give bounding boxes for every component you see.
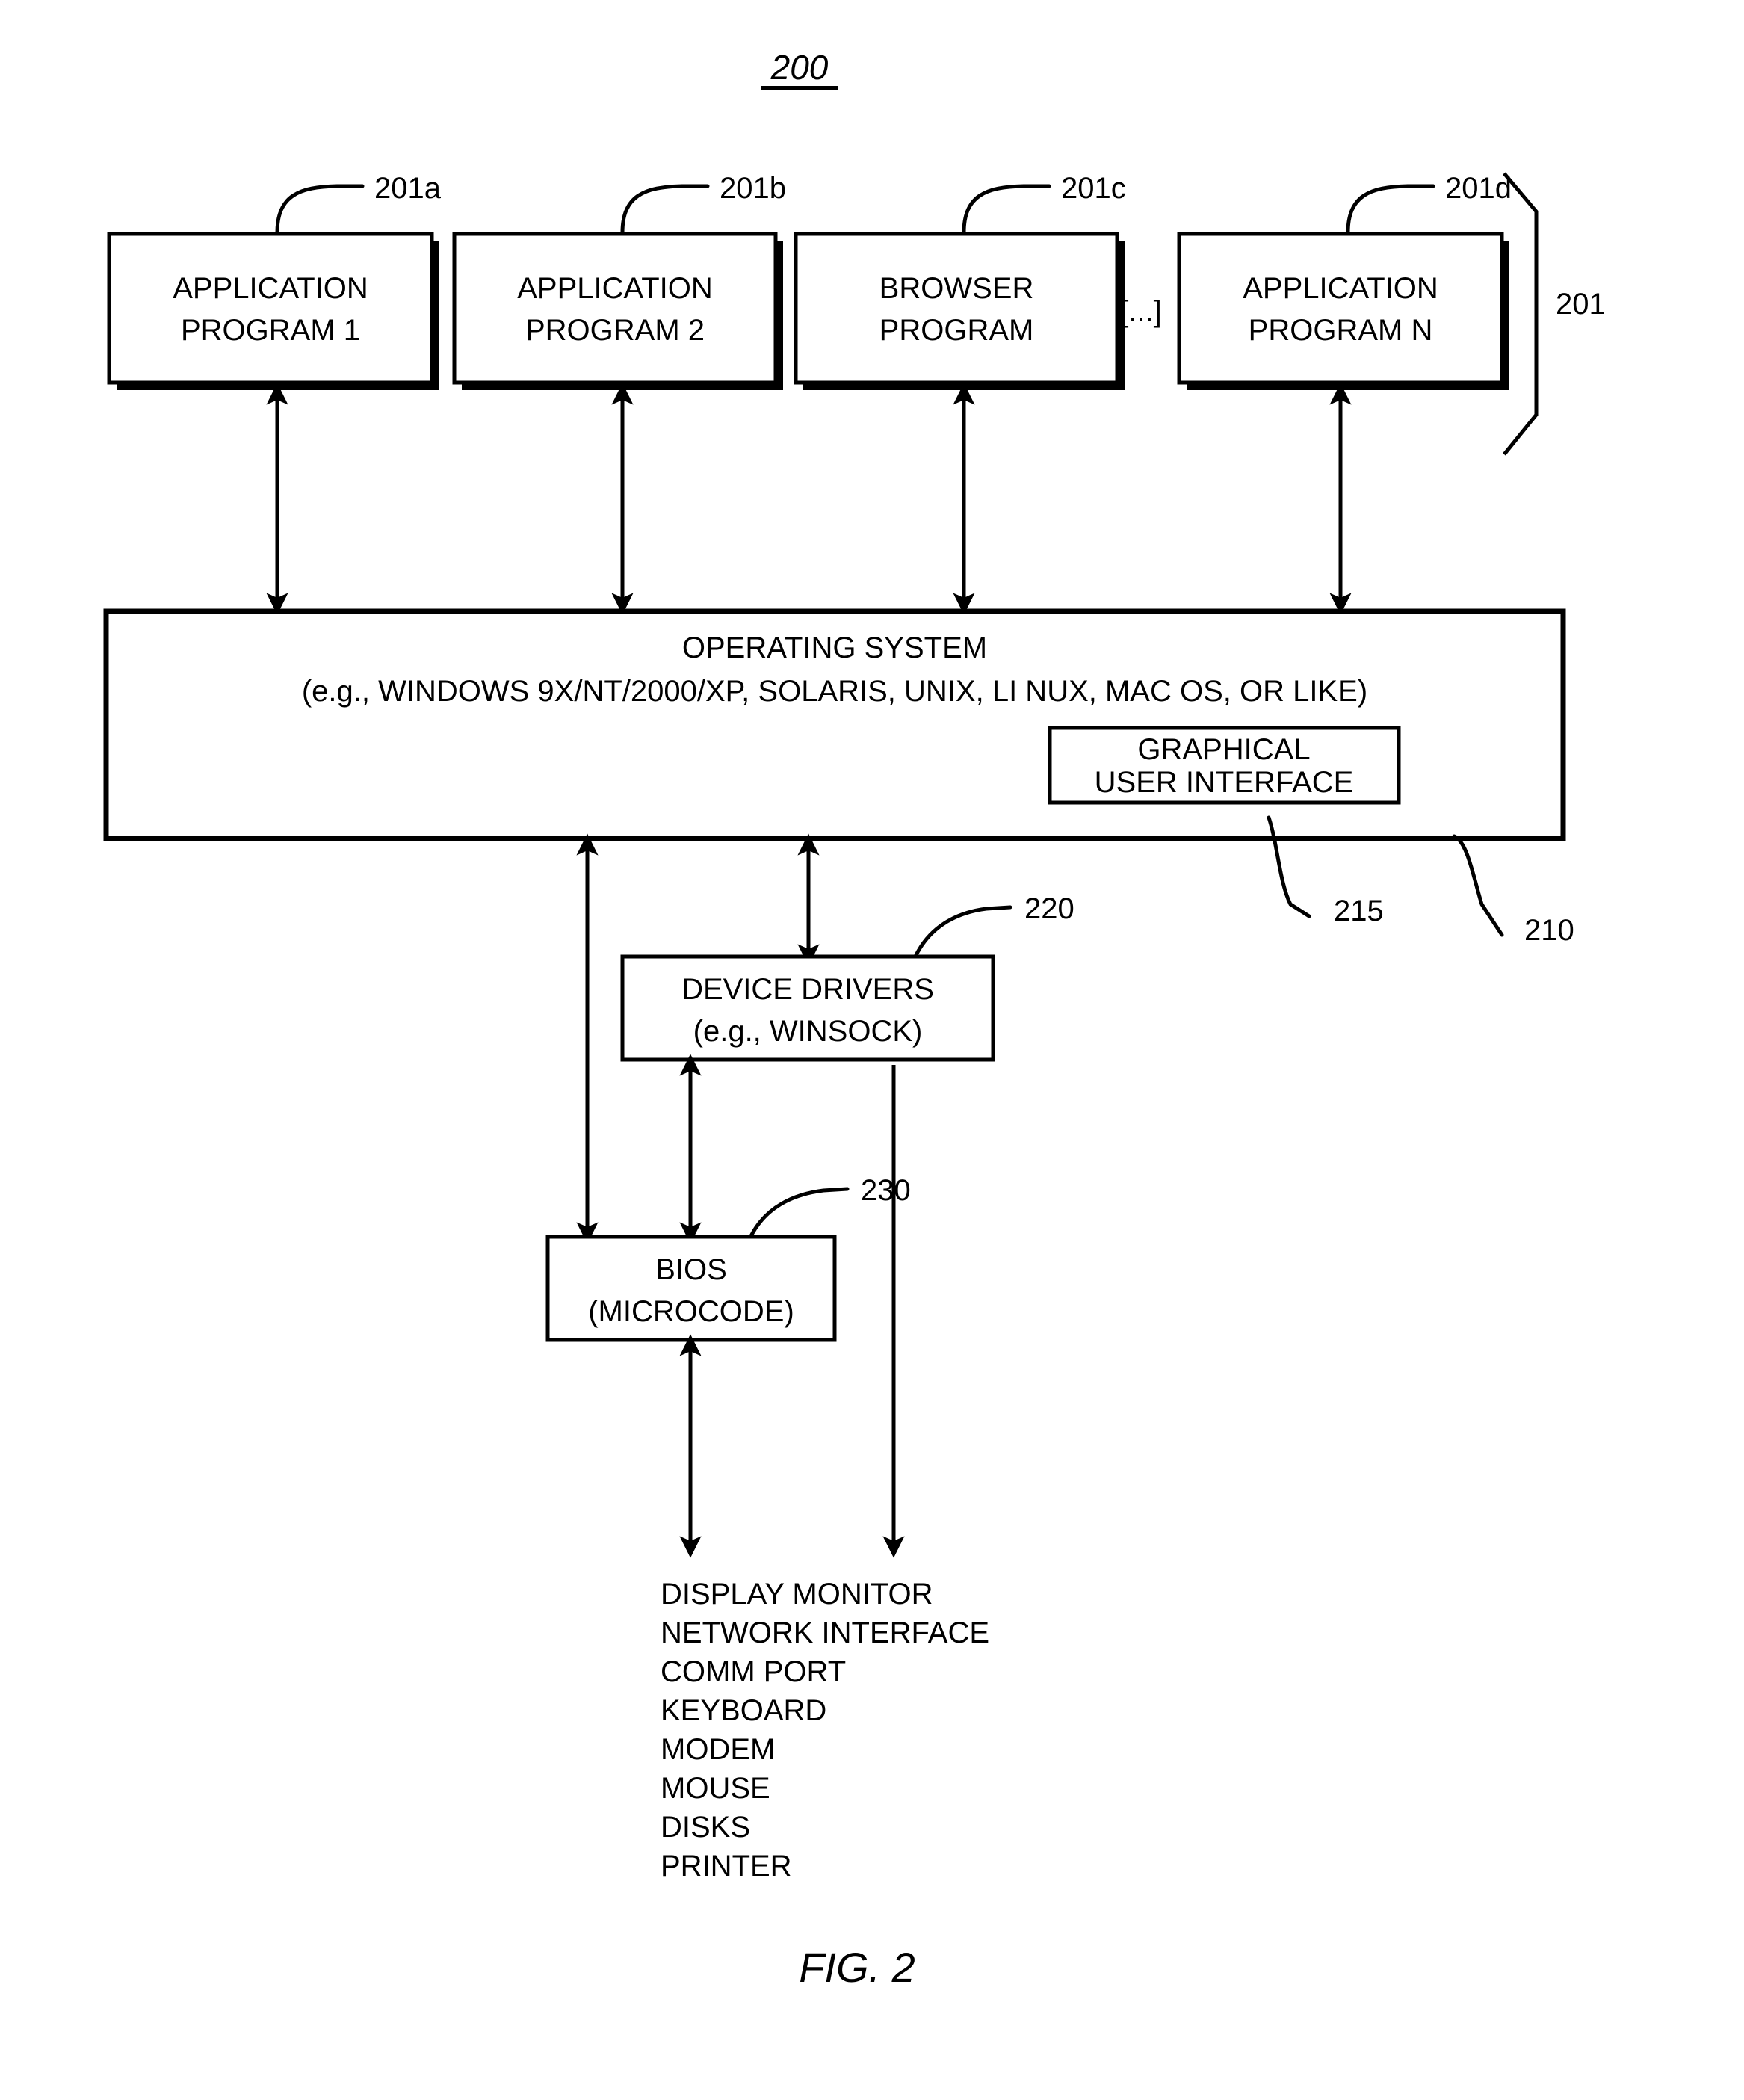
ref-number-220: 220 — [1024, 892, 1074, 925]
bios-line2: (MICROCODE) — [588, 1295, 794, 1328]
device-list-item: PRINTER — [661, 1850, 792, 1883]
gui-line1: GRAPHICAL — [1137, 733, 1310, 766]
applications-ellipsis: [...] — [1120, 295, 1162, 328]
ref-number-215: 215 — [1334, 895, 1384, 927]
device-list-item: COMM PORT — [661, 1655, 846, 1688]
operating-system-line1: OPERATING SYSTEM — [682, 631, 987, 664]
application-program-n-box[interactable]: APPLICATION PROGRAM N — [1177, 232, 1509, 390]
ref-number-201b: 201b — [720, 172, 786, 205]
system-architecture-diagram: 200 APPLICATION PROGRAM 1 201a APPLICATI… — [103, 48, 1606, 1991]
device-list-item: NETWORK INTERFACE — [661, 1616, 989, 1649]
graphical-user-interface-box[interactable]: GRAPHICAL USER INTERFACE — [1048, 726, 1401, 805]
device-list-item: KEYBOARD — [661, 1694, 826, 1727]
leader-line-210 — [1452, 834, 1504, 937]
operating-system-line2: (e.g., WINDOWS 9X/NT/2000/XP, SOLARIS, U… — [302, 675, 1367, 708]
ref-number-201c: 201c — [1061, 172, 1126, 205]
device-drivers-line1: DEVICE DRIVERS — [681, 973, 934, 1006]
box-outline — [1177, 232, 1504, 385]
box-outline — [107, 232, 434, 385]
box-outline — [794, 232, 1119, 385]
application-program-2-line1: APPLICATION — [517, 272, 713, 305]
application-program-2-box[interactable]: APPLICATION PROGRAM 2 — [452, 232, 783, 390]
device-list-item: DISKS — [661, 1811, 750, 1844]
bios-line1: BIOS — [655, 1253, 727, 1286]
device-list-item: DISPLAY MONITOR — [661, 1578, 933, 1610]
ref-number-201-group: 201 — [1556, 288, 1606, 321]
leader-line-201d — [1346, 184, 1435, 235]
device-list-item: MODEM — [661, 1733, 775, 1766]
figure-canvas: 200 APPLICATION PROGRAM 1 201a APPLICATI… — [0, 0, 1744, 2100]
application-layer-brace: 201 — [1503, 172, 1606, 456]
gui-line2: USER INTERFACE — [1095, 766, 1354, 799]
browser-program-line1: BROWSER — [879, 272, 1034, 305]
leader-line-201b — [620, 184, 710, 235]
bios-box[interactable]: BIOS (MICROCODE) — [545, 1235, 837, 1342]
device-drivers-line2: (e.g., WINSOCK) — [693, 1015, 923, 1048]
figure-number-text: 200 — [770, 48, 829, 87]
box-outline — [452, 232, 778, 385]
leader-line-201a — [275, 184, 365, 235]
device-list: DISPLAY MONITOR NETWORK INTERFACE COMM P… — [661, 1578, 989, 1883]
figure-caption: FIG. 2 — [799, 1944, 915, 1991]
ref-number-201d: 201d — [1445, 172, 1512, 205]
browser-program-line2: PROGRAM — [879, 314, 1034, 347]
ref-number-230: 230 — [861, 1174, 911, 1207]
leader-line-220 — [914, 905, 1012, 957]
application-program-n-line1: APPLICATION — [1243, 272, 1438, 305]
figure-number: 200 — [761, 48, 838, 90]
device-list-item: MOUSE — [661, 1772, 770, 1805]
application-program-2-line2: PROGRAM 2 — [525, 314, 705, 347]
application-program-1-line2: PROGRAM 1 — [181, 314, 360, 347]
device-drivers-box[interactable]: DEVICE DRIVERS (e.g., WINSOCK) — [620, 954, 995, 1062]
leader-line-201c — [962, 184, 1051, 235]
ref-number-210: 210 — [1524, 914, 1574, 947]
application-program-n-line2: PROGRAM N — [1249, 314, 1433, 347]
ref-number-201a: 201a — [374, 172, 442, 205]
application-program-1-line1: APPLICATION — [173, 272, 368, 305]
leader-line-230 — [749, 1187, 850, 1238]
application-program-1-box[interactable]: APPLICATION PROGRAM 1 — [107, 232, 439, 390]
browser-program-box[interactable]: BROWSER PROGRAM — [794, 232, 1125, 390]
